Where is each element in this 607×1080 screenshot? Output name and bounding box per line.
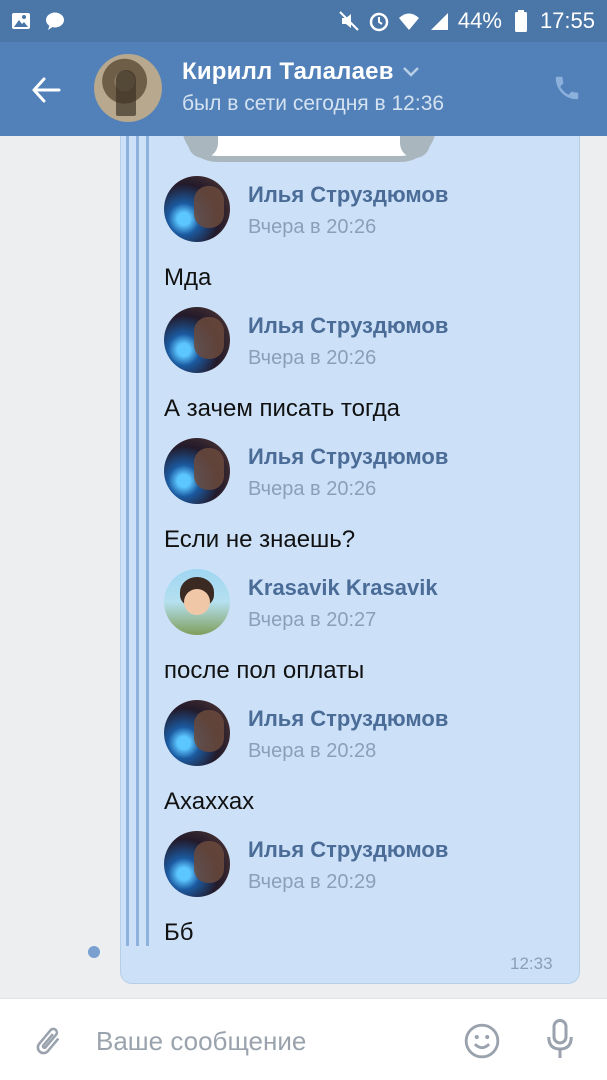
author-name[interactable]: Илья Струздюмов — [248, 182, 448, 208]
alarm-icon — [368, 10, 390, 32]
author-name[interactable]: Илья Струздюмов — [248, 837, 448, 863]
mic-button[interactable] — [540, 1017, 580, 1063]
message-time: Вчера в 20:27 — [248, 609, 377, 631]
message-time: Вчера в 20:28 — [248, 740, 377, 762]
author-name[interactable]: Илья Струздюмов — [248, 706, 448, 732]
image-icon — [10, 10, 32, 32]
message-text: Если не знаешь? — [164, 526, 356, 553]
battery-level: 44% — [457, 8, 502, 33]
status-bar: 44% 17:55 — [0, 0, 607, 42]
forwarded-message[interactable]: Илья Струздюмов Вчера в 20:26 Если не зн… — [164, 438, 564, 568]
message-input[interactable] — [96, 1019, 436, 1063]
contact-status: был в сети сегодня в 12:36 — [182, 92, 445, 115]
emoji-button[interactable] — [462, 1021, 502, 1061]
forwarded-indicator — [126, 136, 150, 946]
message-text: А зачем писать тогда — [164, 395, 401, 422]
author-name[interactable]: Илья Струздюмов — [248, 444, 448, 470]
mute-icon — [338, 10, 360, 32]
author-avatar[interactable] — [164, 700, 230, 766]
forwarded-message[interactable]: Илья Струздюмов Вчера в 20:26 Мда — [164, 176, 564, 306]
contact-avatar[interactable] — [94, 54, 162, 122]
author-avatar[interactable] — [164, 438, 230, 504]
author-avatar[interactable] — [164, 307, 230, 373]
message-time: Вчера в 20:26 — [248, 478, 377, 500]
signal-icon — [428, 10, 450, 32]
attach-button[interactable] — [28, 1021, 68, 1061]
wifi-icon — [398, 10, 420, 32]
attach-icon — [36, 1027, 60, 1055]
bubble-time: 12:33 — [510, 954, 553, 973]
message-icon — [44, 10, 66, 32]
chevron-down-icon — [402, 67, 419, 77]
back-button[interactable] — [24, 68, 68, 112]
battery-icon — [510, 10, 532, 32]
sticker-image — [182, 136, 436, 166]
unread-indicator — [88, 946, 100, 958]
forwarded-message[interactable]: Илья Струздюмов Вчера в 20:28 Ахаххах — [164, 700, 564, 830]
contact-name-button[interactable]: Кирилл Талалаев — [182, 58, 420, 86]
contact-name: Кирилл Талалаев — [182, 58, 394, 85]
forwarded-message[interactable]: Krasavik Krasavik Вчера в 20:27 после по… — [164, 569, 564, 699]
message-text: Мда — [164, 264, 212, 291]
emoji-icon — [464, 1023, 500, 1059]
clock: 17:55 — [539, 8, 595, 33]
message-text: после пол оплаты — [164, 657, 365, 684]
message-time: Вчера в 20:26 — [248, 216, 377, 238]
author-avatar[interactable] — [164, 569, 230, 635]
author-avatar[interactable] — [164, 176, 230, 242]
message-text: Бб — [164, 919, 194, 946]
back-arrow-icon — [32, 77, 61, 103]
mic-icon — [547, 1019, 573, 1058]
message-text: Ахаххах — [164, 788, 255, 815]
forwarded-message[interactable]: Илья Струздюмов Вчера в 20:29 Бб — [164, 831, 564, 961]
message-time: Вчера в 20:26 — [248, 347, 377, 369]
chat-header: Кирилл Талалаев был в сети сегодня в 12:… — [0, 42, 607, 136]
author-avatar[interactable] — [164, 831, 230, 897]
forwarded-message[interactable]: Илья Струздюмов Вчера в 20:26 А зачем пи… — [164, 307, 564, 437]
call-button[interactable] — [549, 70, 585, 106]
message-time: Вчера в 20:29 — [248, 871, 377, 893]
message-composer — [0, 998, 607, 1080]
author-name[interactable]: Илья Струздюмов — [248, 313, 448, 339]
phone-icon — [555, 76, 579, 100]
author-name[interactable]: Krasavik Krasavik — [248, 575, 438, 601]
chat-area[interactable]: Илья Струздюмов Вчера в 20:26 Мда Илья С… — [0, 136, 607, 998]
